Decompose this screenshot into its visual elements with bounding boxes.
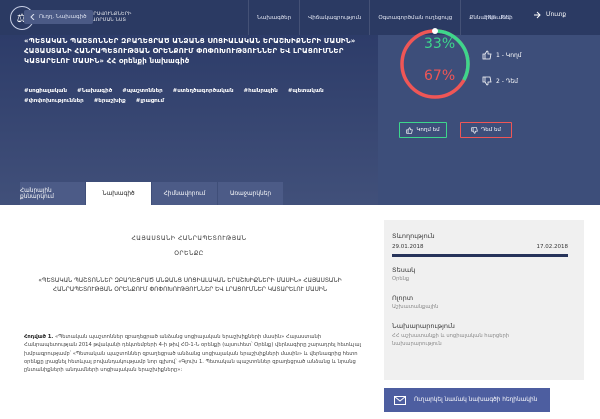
like-percent: 33% xyxy=(424,36,456,52)
tab-project[interactable]: Նախագիծ xyxy=(86,182,151,205)
project-title: «ՊԵՏԱԿԱՆ ՊԱՇՏՈՆՆԵՐ ԶԲԱՂԵՑՐԱԾ ԱՆՁԱՆՑ ՍՈՑԻ… xyxy=(24,37,356,65)
article-label: Հոդված 1. xyxy=(24,334,54,340)
article-text: «Պետական պաշտոններ զբաղեցրած անձանց սոցի… xyxy=(24,334,361,374)
document-body: ՀԱՅԱՍՏԱՆԻ ՀԱՆՐԱՊԵՏՈՒԹՅԱՆ ՕՐԵՆՔԸ «ՊԵՏԱԿԱՆ… xyxy=(0,205,378,419)
vote-no-label: Դեմ եմ xyxy=(481,127,501,133)
back-chip[interactable]: Ուղղ. Նախագիծ xyxy=(24,10,93,24)
contact-author-button[interactable]: Ուղարկել նամակ նախագծի հեղինակին xyxy=(384,388,550,412)
lang-eng[interactable]: ENG xyxy=(484,15,496,21)
ministry-label: Նախարարություն xyxy=(392,322,455,330)
tab-justification[interactable]: Հիմնավորում xyxy=(152,182,217,205)
document-title: «ՊԵՏԱԿԱՆ ՊԱՇՏՈՆՆԵՐ ԶԲԱՂԵՑՐԱԾ ԱՆՁԱՆՑ ՍՈՑԻ… xyxy=(38,278,342,293)
nav-item-statistics[interactable]: Վիճակագրություն xyxy=(299,0,369,35)
tag-list: #սոցիալական #Նախագիծ #պաշտոններ #ստեղծագ… xyxy=(24,88,374,104)
duration-progress xyxy=(392,254,568,257)
project-info-panel: Տևողություն 29.01.2018 17.02.2018 Տեսակ … xyxy=(384,220,584,380)
login-button[interactable]: Մուտք xyxy=(534,11,566,19)
type-value: Օրենք xyxy=(392,276,410,282)
dislike-count-label: 2 - Դեմ xyxy=(496,77,518,85)
tag[interactable]: #ստեղծագործական xyxy=(173,88,234,94)
tab-suggestions[interactable]: Առաջարկներ xyxy=(218,182,283,205)
ministry-value: ՀՀ աշխատանքի և սոցիալական հարցերի նախարա… xyxy=(392,333,510,347)
tag[interactable]: #լրացում xyxy=(136,98,164,104)
login-icon xyxy=(534,11,541,19)
date-end: 17.02.2018 xyxy=(536,244,569,250)
vote-no-button[interactable]: Դեմ եմ xyxy=(460,122,512,138)
thumbs-up-icon xyxy=(482,50,492,60)
tab-public-discussion[interactable]: Հանրային քննարկում xyxy=(20,182,85,205)
like-count: 1 - Կողմ xyxy=(482,50,522,60)
tag[interactable]: #հանրային xyxy=(244,88,278,94)
thumbs-up-icon xyxy=(406,126,414,134)
thumbs-down-icon xyxy=(471,126,478,134)
dislike-percent: 67% xyxy=(424,68,456,84)
date-start: 29.01.2018 xyxy=(392,244,424,250)
lang-rus[interactable]: РУС xyxy=(501,15,512,21)
dislike-count: 2 - Դեմ xyxy=(482,76,518,86)
document-heading-law: ՕՐԵՆՔԸ xyxy=(174,250,204,257)
type-label: Տեսակ xyxy=(392,266,416,274)
vote-yes-label: Կողմ եմ xyxy=(416,127,440,133)
tag[interactable]: #պետական xyxy=(288,88,324,94)
main-nav: Նախագծեր Վիճակագրություն Օգտագործման ուղ… xyxy=(248,0,521,35)
tag[interactable]: #երաշխիք xyxy=(94,98,126,104)
back-chip-label: Ուղղ. Նախագիծ xyxy=(39,14,87,20)
language-switcher: ENG РУС xyxy=(484,0,511,35)
envelope-icon xyxy=(394,395,406,405)
tag[interactable]: #փոփոխություններ xyxy=(24,98,84,104)
thumbs-down-icon xyxy=(482,76,492,86)
chevron-left-icon xyxy=(30,14,35,20)
like-count-label: 1 - Կողմ xyxy=(496,51,522,59)
area-value: Աշխատանքային xyxy=(392,304,439,310)
area-label: Ոլորտ xyxy=(392,294,414,302)
content-tabs: Հանրային քննարկում Նախագիծ Հիմնավորում Ա… xyxy=(20,182,284,205)
document-article-1: Հոդված 1. «Պետական պաշտոններ զբաղեցրած ա… xyxy=(24,333,362,374)
login-label: Մուտք xyxy=(546,12,567,18)
tag[interactable]: #սոցիալական xyxy=(24,88,67,94)
tag[interactable]: #պաշտոններ xyxy=(122,88,162,94)
duration-label: Տևողություն xyxy=(392,232,435,240)
duration-progress-fill xyxy=(392,254,568,257)
contact-author-label: Ուղարկել նամակ նախագծի հեղինակին xyxy=(414,397,538,403)
document-heading-country: ՀԱՅԱՍՏԱՆԻ ՀԱՆՐԱՊԵՏՈՒԹՅԱՆ xyxy=(131,235,247,242)
tag[interactable]: #Նախագիծ xyxy=(77,88,112,94)
nav-item-projects[interactable]: Նախագծեր xyxy=(248,0,299,35)
vote-yes-button[interactable]: Կողմ եմ xyxy=(399,122,447,138)
